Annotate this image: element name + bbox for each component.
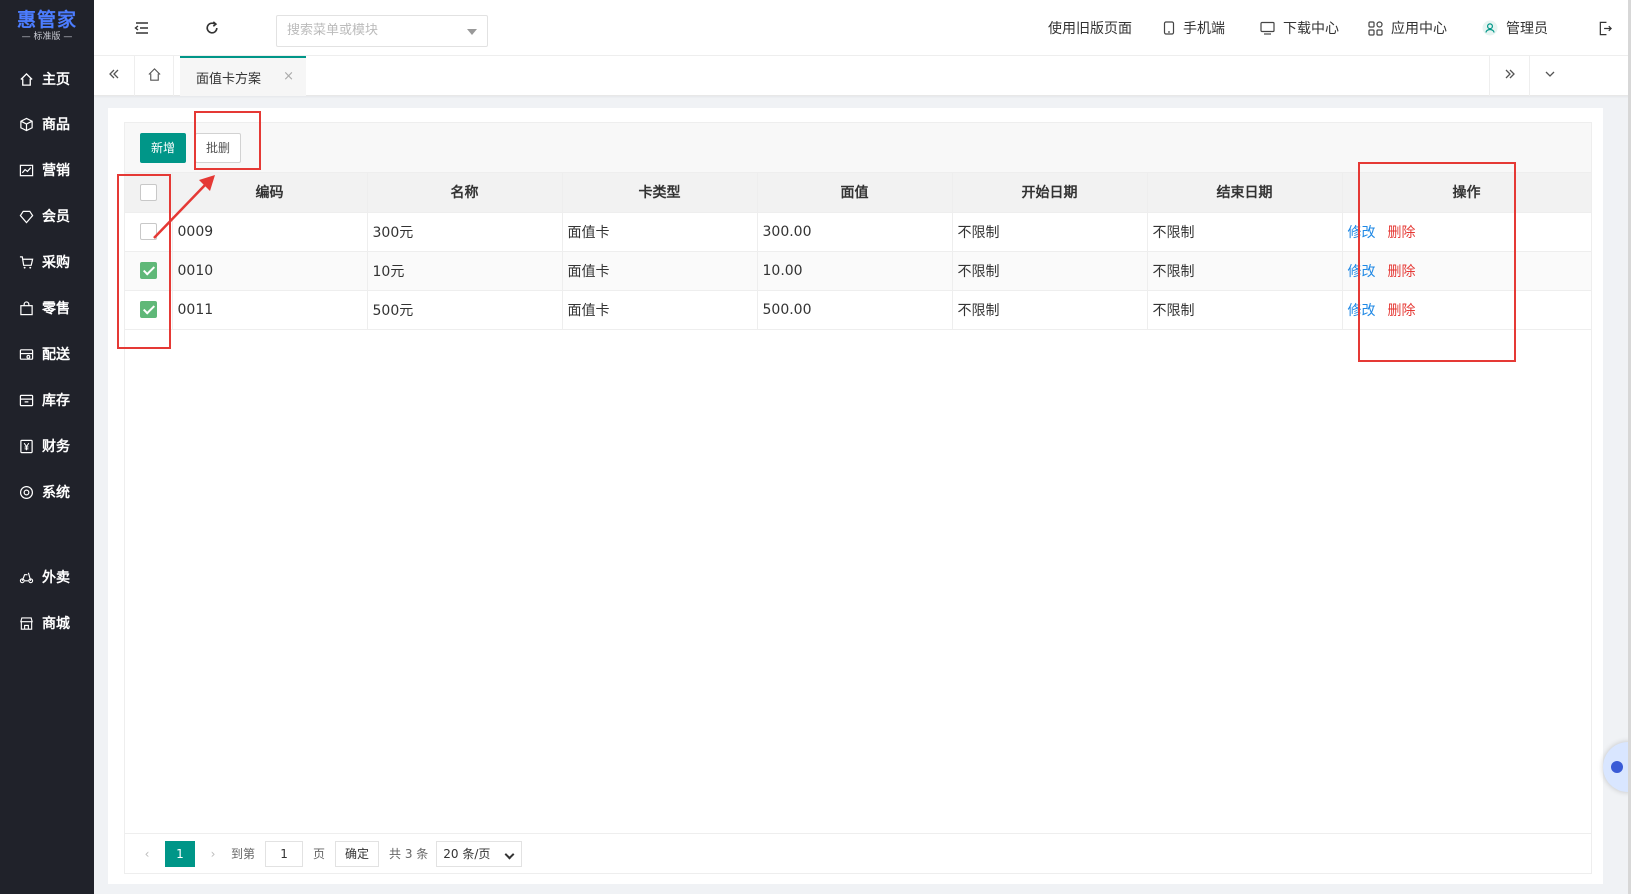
annotation-arrow-icon <box>153 175 215 239</box>
